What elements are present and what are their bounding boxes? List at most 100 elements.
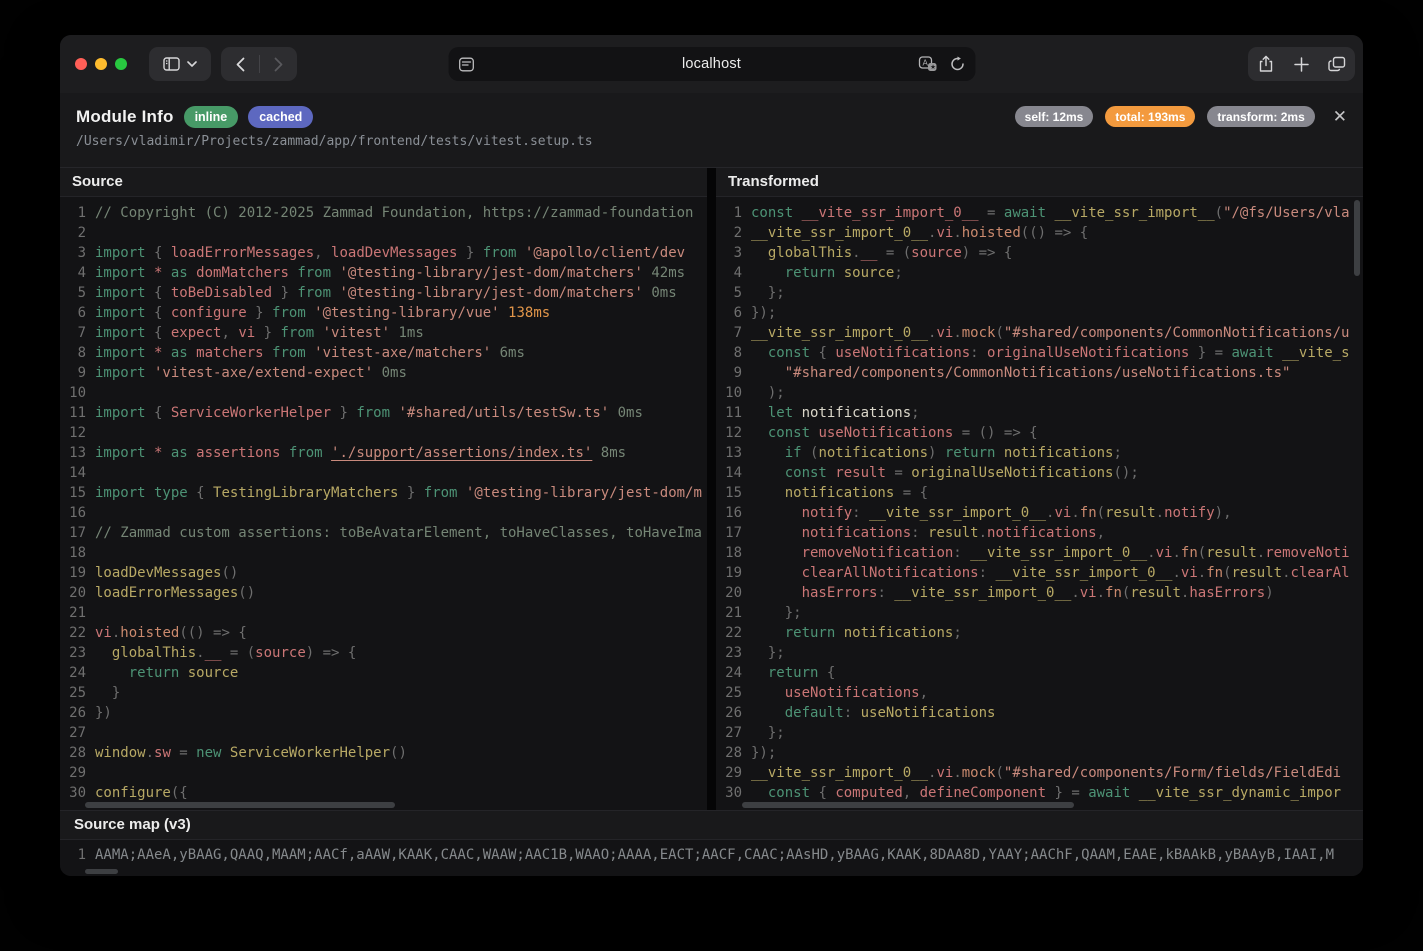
translate-icon[interactable]: A ★: [918, 56, 937, 72]
inspect-page: Module Info inline cached /Users/vladimi…: [60, 93, 1363, 876]
source-code[interactable]: 1// Copyright (C) 2012-2025 Zammad Found…: [60, 197, 707, 810]
line-number: 16: [716, 503, 751, 523]
code-line: 10 );: [716, 383, 1363, 403]
code-line: 24 return {: [716, 663, 1363, 683]
reload-icon[interactable]: [949, 56, 965, 72]
chevron-down-icon: [187, 61, 197, 67]
close-window-button[interactable]: [75, 58, 87, 70]
code-line: 30configure({: [60, 783, 707, 803]
line-number: 16: [60, 503, 95, 523]
line-number: 19: [716, 563, 751, 583]
transformed-horizontal-scrollbar[interactable]: [742, 802, 1074, 808]
code-line: 12 const useNotifications = () => {: [716, 423, 1363, 443]
code-line: 9 "#shared/components/CommonNotification…: [716, 363, 1363, 383]
line-number: 21: [60, 603, 95, 623]
line-number: 26: [716, 703, 751, 723]
traffic-lights: [75, 58, 127, 70]
code-line: 7import { expect, vi } from 'vitest' 1ms: [60, 323, 707, 343]
line-number: 7: [60, 323, 95, 343]
line-number: 27: [716, 723, 751, 743]
code-line: 30 const { computed, defineComponent } =…: [716, 783, 1363, 803]
line-number: 6: [60, 303, 95, 323]
code-line: 15import type { TestingLibraryMatchers }…: [60, 483, 707, 503]
line-number: 30: [716, 783, 751, 803]
share-icon: [1258, 55, 1274, 73]
chevron-right-icon: [274, 57, 283, 72]
minimize-window-button[interactable]: [95, 58, 107, 70]
code-line: 11import { ServiceWorkerHelper } from '#…: [60, 403, 707, 423]
tab-overview-button[interactable]: [1319, 47, 1355, 81]
line-number: 18: [716, 543, 751, 563]
sourcemap-line: 1 AAMA;AAeA,yBAAG,QAAQ,MAAM;AACf,aAAW,KA…: [60, 845, 1363, 865]
browser-window: localhost A ★: [60, 35, 1363, 876]
line-number: 28: [60, 743, 95, 763]
code-line: 2__vite_ssr_import_0__.vi.hoisted(() => …: [716, 223, 1363, 243]
code-line: 6import { configure } from '@testing-lib…: [60, 303, 707, 323]
code-line: 3 globalThis.__ = (source) => {: [716, 243, 1363, 263]
code-line: 14: [60, 463, 707, 483]
line-number: 10: [716, 383, 751, 403]
address-bar[interactable]: localhost A ★: [448, 47, 975, 81]
line-number: 22: [716, 623, 751, 643]
svg-text:A: A: [922, 59, 928, 68]
sourcemap-horizontal-scrollbar[interactable]: [85, 869, 118, 874]
forward-button[interactable]: [259, 47, 297, 81]
line-number: 1: [60, 203, 95, 223]
sourcemap-section: Source map (v3) 1 AAMA;AAeA,yBAAG,QAAQ,M…: [60, 810, 1363, 876]
code-line: 26 default: useNotifications: [716, 703, 1363, 723]
transform-time-badge: transform: 2ms: [1207, 106, 1314, 127]
line-number: 12: [60, 423, 95, 443]
source-panel-title: Source: [60, 168, 707, 197]
transformed-vertical-scrollbar[interactable]: [1354, 200, 1360, 276]
code-line: 28});: [716, 743, 1363, 763]
back-button[interactable]: [221, 47, 259, 81]
code-panels: Source 1// Copyright (C) 2012-2025 Zamma…: [60, 168, 1363, 810]
line-number: 19: [60, 563, 95, 583]
code-line: 5import { toBeDisabled } from '@testing-…: [60, 283, 707, 303]
self-time-badge: self: 12ms: [1015, 106, 1094, 127]
sidebar-icon: [163, 57, 180, 71]
line-number: 29: [60, 763, 95, 783]
code-line: 13import * as assertions from './support…: [60, 443, 707, 463]
line-number: 11: [60, 403, 95, 423]
share-button[interactable]: [1248, 47, 1284, 81]
module-file-path: /Users/vladimir/Projects/zammad/app/fron…: [76, 134, 1347, 149]
line-number: 21: [716, 603, 751, 623]
code-line: 18 removeNotification: __vite_ssr_import…: [716, 543, 1363, 563]
transformed-panel-title: Transformed: [716, 168, 1363, 197]
zoom-window-button[interactable]: [115, 58, 127, 70]
line-number: 25: [60, 683, 95, 703]
code-line: 5 };: [716, 283, 1363, 303]
code-line: 8import * as matchers from 'vitest-axe/m…: [60, 343, 707, 363]
source-horizontal-scrollbar[interactable]: [85, 802, 395, 808]
line-number: 26: [60, 703, 95, 723]
code-line: 10: [60, 383, 707, 403]
line-number: 24: [60, 663, 95, 683]
sourcemap-mappings: AAMA;AAeA,yBAAG,QAAQ,MAAM;AACf,aAAW,KAAK…: [95, 845, 1363, 865]
line-number: 8: [60, 343, 95, 363]
sidebar-toggle-button[interactable]: [149, 47, 211, 81]
timing-metrics: self: 12ms total: 193ms transform: 2ms ✕: [1015, 106, 1347, 127]
svg-text:★: ★: [930, 63, 936, 71]
new-tab-button[interactable]: [1284, 47, 1320, 81]
cached-badge: cached: [248, 106, 313, 128]
line-number: 7: [716, 323, 751, 343]
close-button[interactable]: ✕: [1333, 108, 1347, 125]
code-line: 16 notify: __vite_ssr_import_0__.vi.fn(r…: [716, 503, 1363, 523]
code-line: 23 };: [716, 643, 1363, 663]
module-info-header: Module Info inline cached /Users/vladimi…: [60, 93, 1363, 168]
sourcemap-content[interactable]: 1 AAMA;AAeA,yBAAG,QAAQ,MAAM;AACf,aAAW,KA…: [60, 840, 1363, 876]
line-number: 13: [716, 443, 751, 463]
transformed-panel: Transformed 1const __vite_ssr_import_0__…: [716, 168, 1363, 810]
inline-badge: inline: [184, 106, 239, 128]
code-line: 15 notifications = {: [716, 483, 1363, 503]
code-line: 9import 'vitest-axe/extend-expect' 0ms: [60, 363, 707, 383]
code-line: 24 return source: [60, 663, 707, 683]
line-number: 4: [60, 263, 95, 283]
code-line: 4 return source;: [716, 263, 1363, 283]
code-line: 29: [60, 763, 707, 783]
code-line: 13 if (notifications) return notificatio…: [716, 443, 1363, 463]
transformed-code[interactable]: 1const __vite_ssr_import_0__ = await __v…: [716, 197, 1363, 810]
url-text: localhost: [448, 56, 975, 72]
line-number: 29: [716, 763, 751, 783]
